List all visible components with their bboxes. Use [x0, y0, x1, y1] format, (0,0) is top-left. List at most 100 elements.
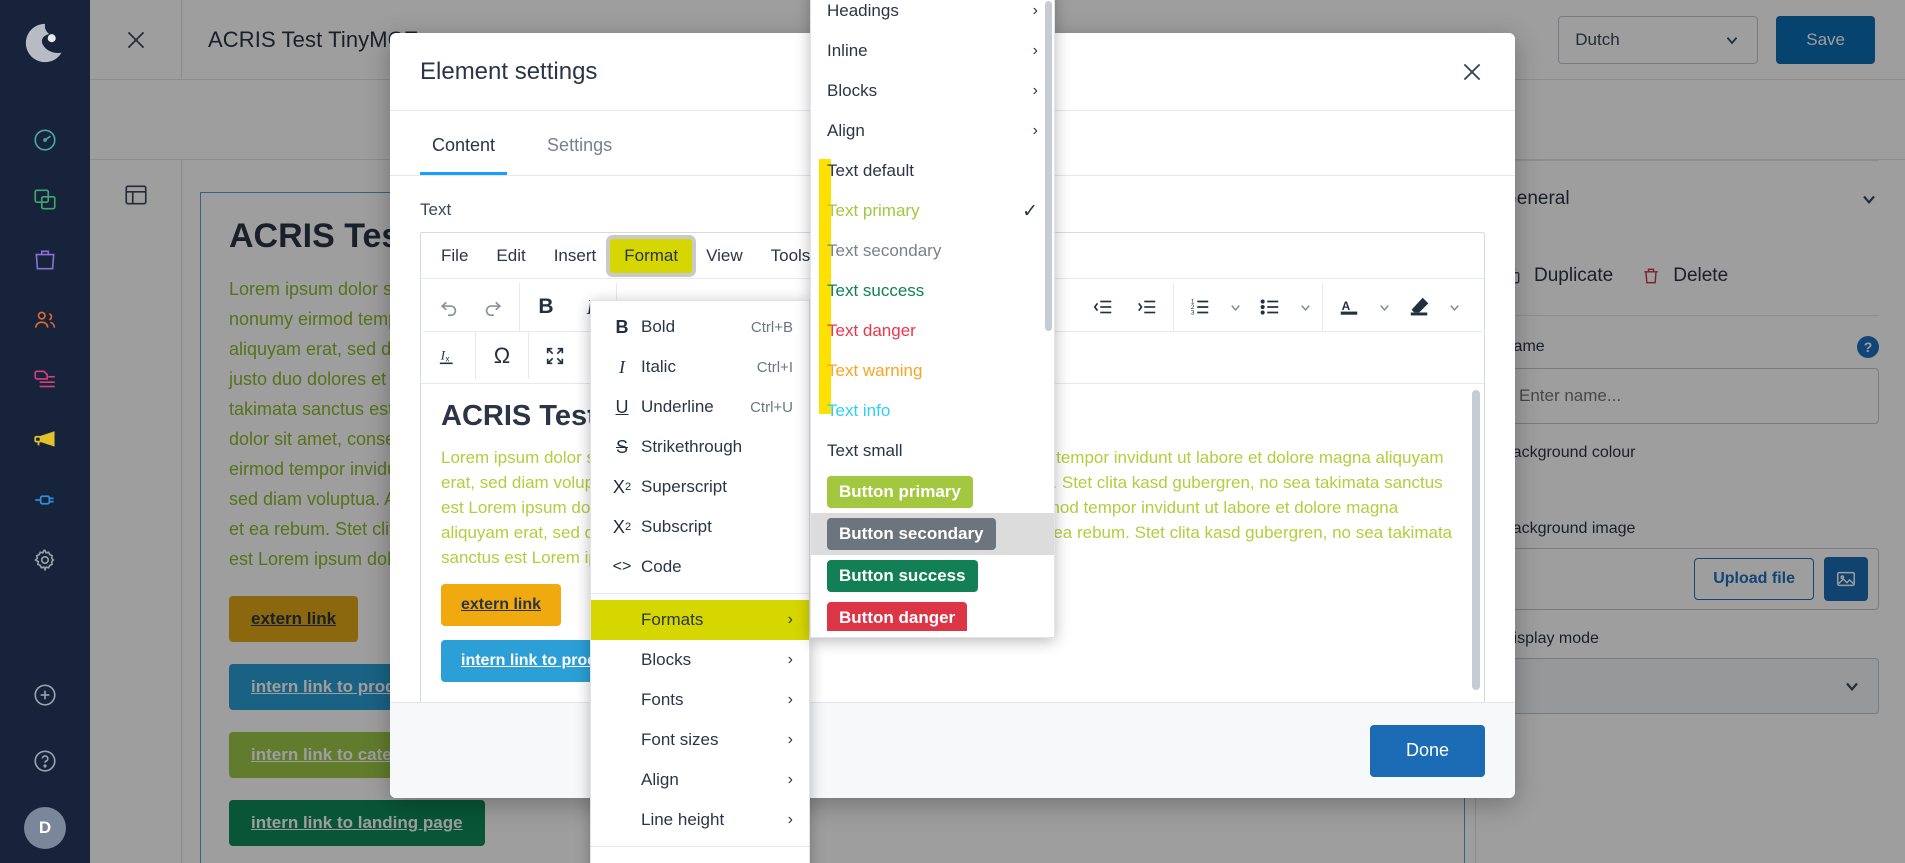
editor-link-extern[interactable]: extern link	[441, 584, 562, 626]
cms-link-landing[interactable]: intern link to landing page	[229, 800, 485, 846]
sidebar-item-extensions[interactable]	[0, 470, 90, 530]
divider	[591, 846, 809, 847]
language-select[interactable]: Dutch	[1558, 15, 1759, 64]
done-button[interactable]: Done	[1369, 724, 1485, 777]
upload-file-button[interactable]: Upload file	[1694, 558, 1814, 600]
text-colour-icon[interactable]: A	[1327, 287, 1371, 327]
sidebar-item-content[interactable]	[0, 350, 90, 410]
formats-item-button-success[interactable]: Button success	[811, 555, 1054, 597]
menu-file[interactable]: File	[427, 239, 482, 273]
tab-settings[interactable]: Settings	[535, 111, 624, 175]
sidebar-item-catalogues[interactable]	[0, 170, 90, 230]
duplicate-action[interactable]: Duplicate	[1502, 265, 1613, 287]
formats-item-text-success[interactable]: Text success	[811, 271, 1054, 311]
menu-format[interactable]: Format	[610, 238, 693, 273]
formats-item-inline[interactable]: Inline ›	[811, 31, 1054, 71]
help-icon[interactable]: ?	[1857, 336, 1879, 358]
content-icon	[34, 370, 55, 388]
delete-label: Delete	[1673, 265, 1729, 286]
modal-close-button[interactable]	[1459, 59, 1485, 85]
formats-item-text-info[interactable]: Text info	[811, 391, 1054, 431]
formats-item-text-secondary[interactable]: Text secondary	[811, 231, 1054, 271]
chevron-right-icon: ›	[787, 731, 793, 748]
sidebar-item-customers[interactable]	[0, 290, 90, 350]
formats-item-text-warning[interactable]: Text warning	[811, 351, 1054, 391]
menu-item-italic[interactable]: I Italic Ctrl+I	[591, 347, 809, 387]
menu-item-formats[interactable]: Formats ›	[591, 600, 809, 640]
sidebar-item-help[interactable]	[0, 731, 90, 791]
formats-item-button-danger[interactable]: Button danger	[811, 597, 1054, 631]
outdent-icon[interactable]	[1081, 287, 1125, 327]
formats-item-text-small[interactable]: Text small	[811, 431, 1054, 471]
formats-item-text-danger[interactable]: Text danger	[811, 311, 1054, 351]
formats-item-button-secondary[interactable]: Button secondary	[811, 513, 1054, 555]
bullet-list-dropdown[interactable]	[1292, 287, 1318, 327]
chevron-down-icon	[1842, 676, 1862, 696]
numbered-list-dropdown[interactable]	[1222, 287, 1248, 327]
formats-item-text-default[interactable]: Text default	[811, 151, 1054, 191]
numbered-list-icon[interactable]: 123	[1178, 287, 1222, 327]
menu-item-align[interactable]: Align ›	[591, 760, 809, 800]
text-colour-dropdown[interactable]	[1371, 287, 1397, 327]
sidebar-item-dashboard[interactable]	[0, 110, 90, 170]
chevron-right-icon: ›	[1032, 2, 1038, 19]
sidebar-item-marketing[interactable]	[0, 410, 90, 470]
svg-text:A: A	[1342, 299, 1351, 313]
layout-block-icon[interactable]	[123, 182, 149, 208]
editor-scrollbar[interactable]	[1472, 390, 1480, 690]
sidebar-item-settings[interactable]	[0, 530, 90, 590]
save-button[interactable]: Save	[1776, 15, 1875, 64]
fullscreen-icon[interactable]	[533, 336, 577, 376]
menu-item-label: Italic	[641, 357, 676, 376]
menu-insert[interactable]: Insert	[540, 239, 611, 273]
name-input[interactable]	[1502, 368, 1879, 424]
sidebar-item-orders[interactable]	[0, 230, 90, 290]
display-mode-select[interactable]: Standard	[1502, 658, 1879, 714]
menu-item-code[interactable]: <> Code	[591, 547, 809, 587]
formats-item-button-primary[interactable]: Button primary	[811, 471, 1054, 513]
tab-content[interactable]: Content	[420, 111, 508, 175]
toolbar-group-clear: Ix	[423, 332, 476, 379]
menu-item-strikethrough[interactable]: S Strikethrough	[591, 427, 809, 467]
menu-item-underline[interactable]: U Underline Ctrl+U	[591, 387, 809, 427]
display-mode-label: Display mode	[1502, 630, 1599, 647]
menu-item-line-height[interactable]: Line height ›	[591, 800, 809, 840]
chevron-right-icon: ›	[1032, 42, 1038, 59]
redo-icon[interactable]	[471, 287, 515, 327]
bullet-list-icon[interactable]	[1248, 287, 1292, 327]
close-editor-button[interactable]	[90, 0, 182, 80]
formats-item-headings[interactable]: Headings ›	[811, 0, 1054, 31]
avatar[interactable]: D	[24, 807, 66, 849]
menu-item-more[interactable]: A	[591, 853, 809, 863]
clear-formatting-icon[interactable]: Ix	[427, 336, 471, 376]
menu-item-blocks[interactable]: Blocks ›	[591, 640, 809, 680]
formats-item-align[interactable]: Align ›	[811, 111, 1054, 151]
menu-item-subscript[interactable]: X2 Subscript	[591, 507, 809, 547]
menu-item-bold[interactable]: B Bold Ctrl+B	[591, 307, 809, 347]
media-library-button[interactable]	[1824, 557, 1868, 601]
sidebar-item-add[interactable]	[0, 665, 90, 725]
indent-icon[interactable]	[1125, 287, 1169, 327]
formats-item-blocks[interactable]: Blocks ›	[811, 71, 1054, 111]
menu-item-fonts[interactable]: Fonts ›	[591, 680, 809, 720]
formats-item-label: Text warning	[827, 361, 923, 380]
bold-icon[interactable]: B	[524, 287, 568, 327]
delete-action[interactable]: Delete	[1641, 265, 1728, 287]
highlight-colour-dropdown[interactable]	[1441, 287, 1467, 327]
general-section-header[interactable]: General	[1502, 161, 1879, 237]
menu-item-superscript[interactable]: X2 Superscript	[591, 467, 809, 507]
toolbar-group-lists: 123	[1174, 283, 1323, 331]
menu-edit[interactable]: Edit	[482, 239, 539, 273]
menu-view[interactable]: View	[692, 239, 757, 273]
formats-item-label: Button secondary	[827, 518, 996, 550]
customers-icon	[34, 311, 56, 328]
highlight-colour-icon[interactable]	[1397, 287, 1441, 327]
background-image-upload: Upload file	[1502, 548, 1879, 610]
special-character-icon[interactable]: Ω	[480, 336, 524, 376]
shopware-logo[interactable]	[18, 16, 72, 70]
formats-item-text-primary[interactable]: Text primary ✓	[811, 191, 1054, 231]
undo-icon[interactable]	[427, 287, 471, 327]
menu-item-label: Underline	[641, 397, 714, 416]
menu-item-font-sizes[interactable]: Font sizes ›	[591, 720, 809, 760]
cms-link-extern[interactable]: extern link	[229, 596, 359, 642]
